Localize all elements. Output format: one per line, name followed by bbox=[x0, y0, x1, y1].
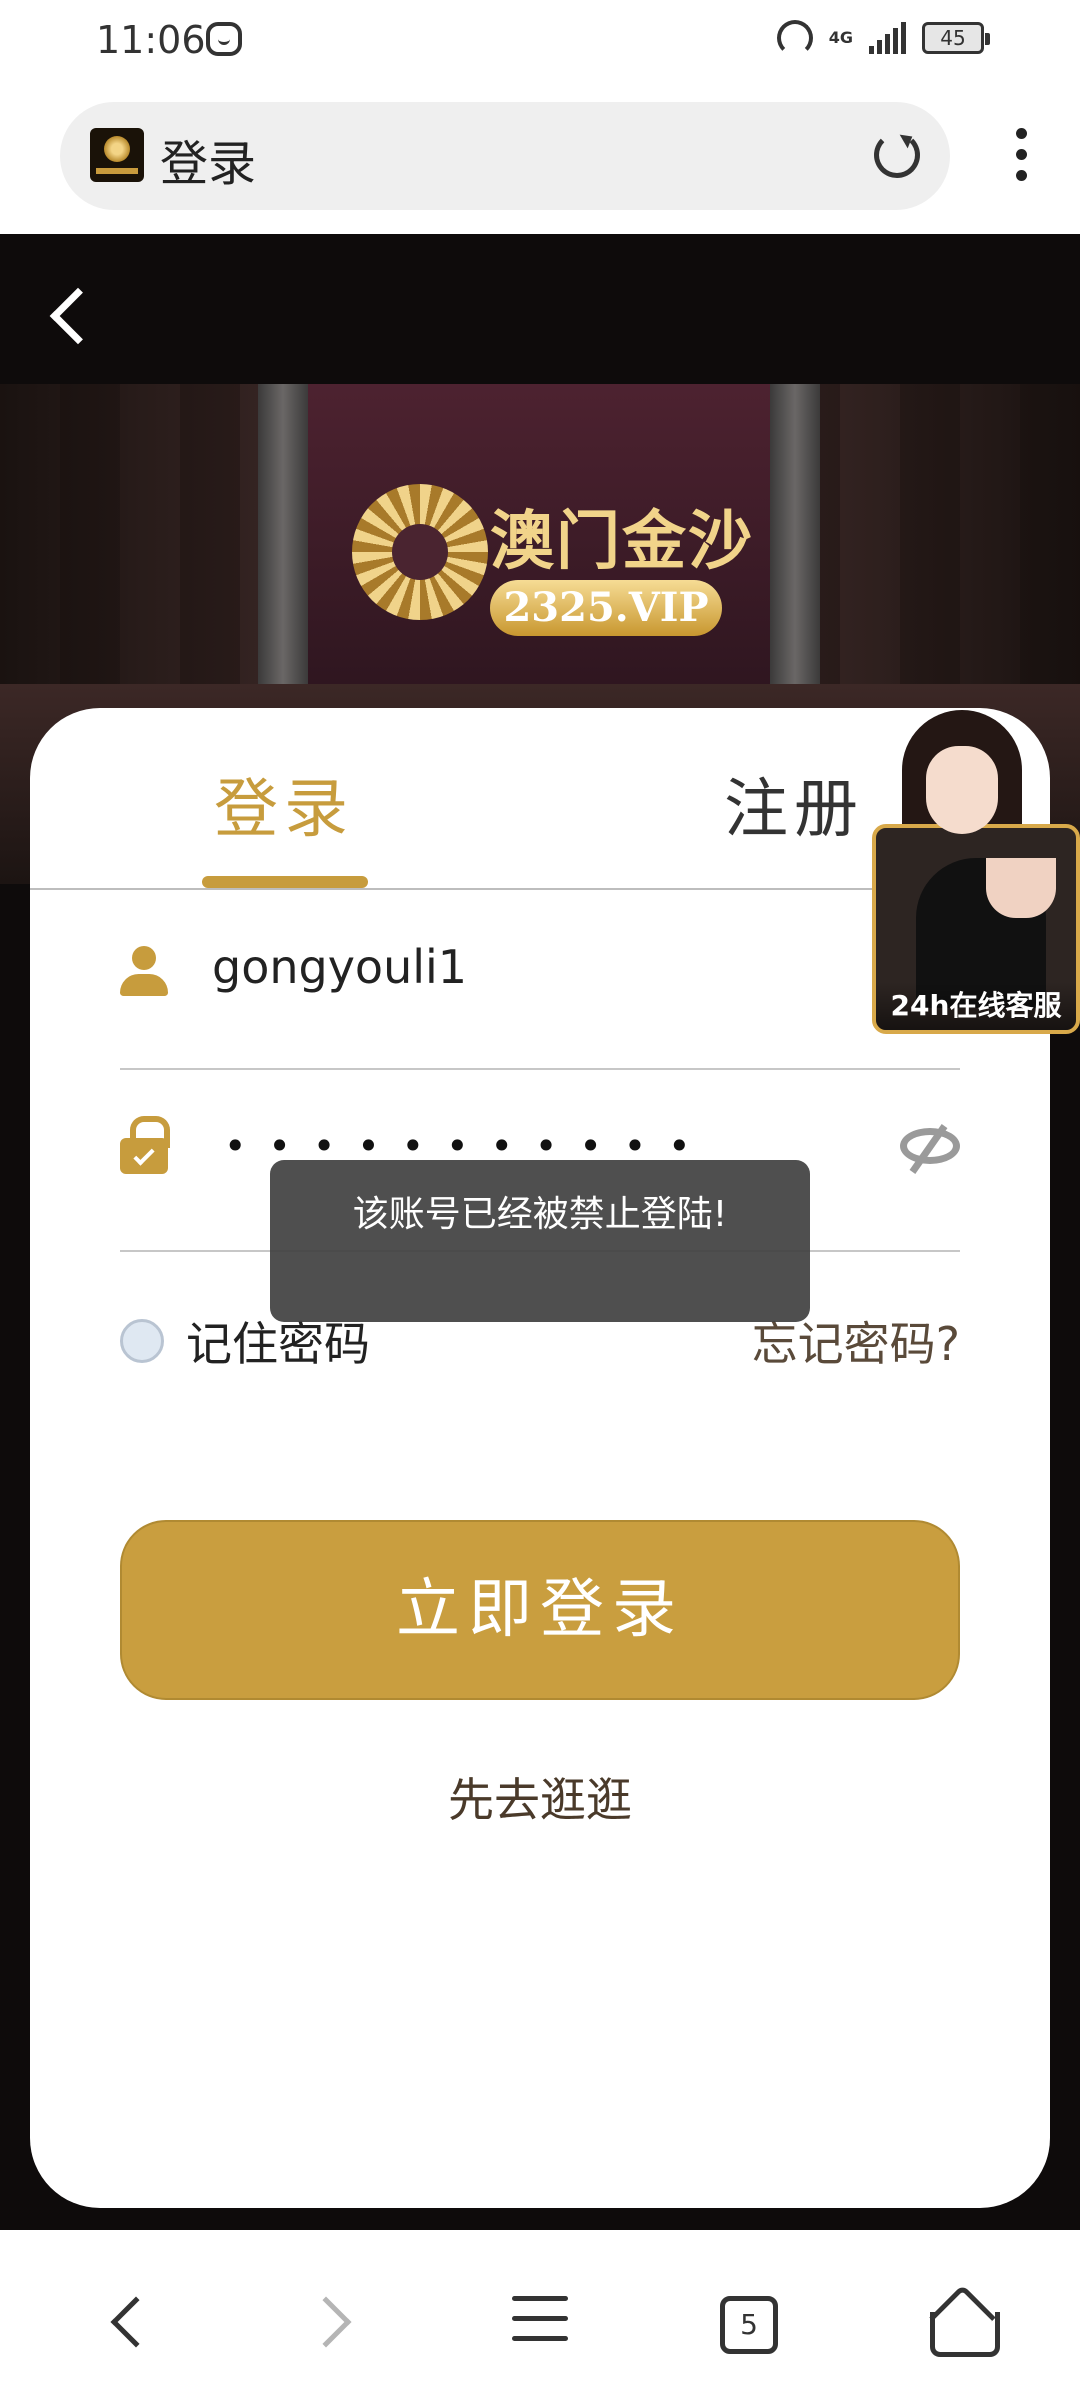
brand-logo-icon bbox=[352, 484, 488, 620]
customer-service-label: 24h在线客服 bbox=[876, 982, 1076, 1030]
browser-toolbar: 登录 bbox=[0, 80, 1080, 234]
login-button[interactable]: 立即登录 bbox=[120, 1520, 960, 1700]
user-icon bbox=[120, 946, 168, 996]
customer-service-frame: 24h在线客服 bbox=[872, 824, 1080, 1034]
agent-avatar bbox=[926, 746, 998, 834]
forward-icon[interactable] bbox=[300, 2296, 352, 2348]
eye-hidden-icon[interactable] bbox=[900, 1128, 960, 1164]
page-title: 登录 bbox=[160, 136, 257, 192]
network-type: 4G bbox=[828, 28, 853, 47]
tabs-count-button[interactable]: 5 bbox=[720, 2296, 778, 2354]
browse-first-link[interactable]: 先去逛逛 bbox=[30, 1764, 1050, 1830]
message-notification-icon bbox=[206, 22, 242, 56]
status-indicators: 4G 45 bbox=[776, 20, 990, 56]
remember-checkbox[interactable] bbox=[120, 1319, 164, 1363]
reload-icon[interactable] bbox=[874, 132, 920, 178]
address-bar[interactable]: 登录 bbox=[60, 102, 950, 210]
menu-icon[interactable] bbox=[512, 2296, 568, 2344]
username-input[interactable]: gongyouli1 bbox=[212, 940, 812, 994]
username-field[interactable]: gongyouli1 bbox=[120, 894, 960, 1070]
status-time: 11:06 bbox=[96, 18, 206, 62]
more-menu-icon[interactable] bbox=[1016, 128, 1028, 188]
speed-icon bbox=[776, 20, 813, 56]
back-arrow-icon[interactable] bbox=[49, 287, 107, 345]
tab-login[interactable]: 登录 bbox=[214, 758, 354, 850]
brand-vip-badge: 2325.VIP bbox=[490, 580, 722, 636]
back-icon[interactable] bbox=[110, 2296, 162, 2348]
brand-name: 澳门金沙 bbox=[490, 505, 754, 579]
status-bar: 11:06 4G 45 bbox=[0, 0, 1080, 80]
site-favicon-icon bbox=[90, 128, 144, 182]
browser-bottom-bar: 5 bbox=[0, 2250, 1080, 2400]
home-icon[interactable] bbox=[930, 2290, 1000, 2357]
customer-service-widget[interactable]: 24h在线客服 bbox=[872, 710, 1080, 1034]
tab-register[interactable]: 注册 bbox=[724, 758, 864, 850]
lock-icon bbox=[120, 1116, 170, 1174]
battery-icon: 45 bbox=[922, 22, 990, 54]
tab-active-indicator bbox=[202, 876, 368, 888]
toast-message: 该账号已经被禁止登陆! bbox=[270, 1160, 810, 1322]
signal-icon bbox=[869, 22, 906, 54]
